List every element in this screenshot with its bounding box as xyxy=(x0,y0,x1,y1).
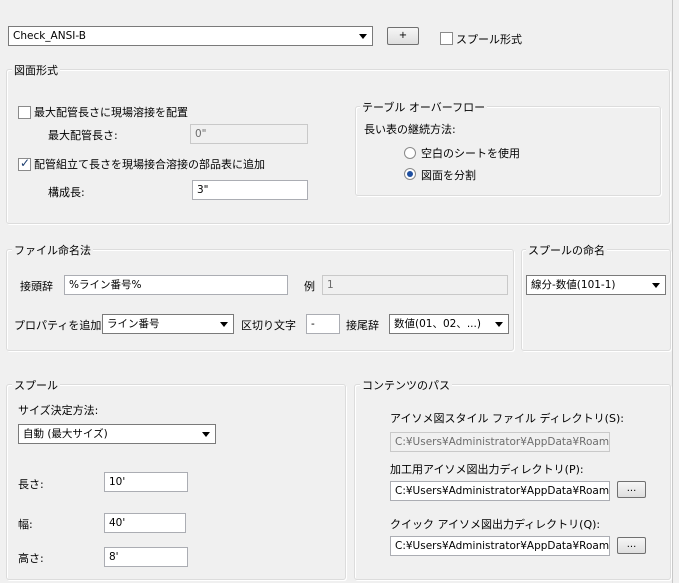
chevron-down-icon xyxy=(202,432,210,437)
continuation-label: 長い表の継続方法: xyxy=(364,123,456,136)
add-property-label: プロパティを追加 xyxy=(14,319,102,332)
prefix-field[interactable]: %ライン番号% xyxy=(64,275,288,295)
blank-sheet-label: 空白のシートを使用 xyxy=(421,147,520,160)
prefix-label: 接頭辞 xyxy=(20,280,53,293)
separator-field[interactable]: - xyxy=(306,314,340,334)
property-combo[interactable]: ライン番号 xyxy=(102,314,234,334)
chevron-down-icon xyxy=(495,322,503,327)
suffix-label: 接尾辞 xyxy=(346,319,379,332)
spool-width-label: 幅: xyxy=(18,518,33,531)
size-method-value: 自動 (最大サイズ) xyxy=(23,428,108,440)
max-length-weld-checkbox[interactable] xyxy=(18,106,31,119)
style-dir-field: C:¥Users¥Administrator¥AppData¥Roaming xyxy=(390,432,610,452)
example-field: 1 xyxy=(322,275,508,295)
spool-title: スプール xyxy=(12,377,60,393)
spool-naming-group xyxy=(521,249,671,351)
chevron-down-icon xyxy=(220,322,228,327)
max-length-field[interactable]: 0" xyxy=(190,124,308,144)
fab-dir-field[interactable]: C:¥Users¥Administrator¥AppData¥Roaming xyxy=(390,481,610,501)
spool-format-label: スプール形式 xyxy=(456,33,522,46)
spool-length-field[interactable]: 10' xyxy=(104,472,188,492)
suffix-combo[interactable]: 数値(01、02、...) xyxy=(389,314,509,334)
window-edge-divider xyxy=(672,0,673,583)
config-length-field[interactable]: 3" xyxy=(192,180,308,200)
property-value: ライン番号 xyxy=(107,318,160,330)
style-dir-label: アイソメ図スタイル ファイル ディレクトリ(S): xyxy=(390,412,624,425)
add-weld-bom-label: 配管組立て長さを現場接合溶接の部品表に追加 xyxy=(34,158,265,171)
quick-dir-label: クイック アイソメ図出力ディレクトリ(Q): xyxy=(390,518,601,531)
config-length-label: 構成長: xyxy=(48,186,85,199)
quick-dir-browse-button[interactable]: ... xyxy=(617,537,646,554)
split-drawing-radio[interactable] xyxy=(404,168,416,180)
max-length-weld-label: 最大配管長さに現場溶接を配置 xyxy=(34,106,188,119)
isometric-style-combo[interactable]: Check_ANSI-B xyxy=(8,26,373,46)
example-label: 例 xyxy=(304,280,315,293)
add-weld-bom-checkbox[interactable] xyxy=(18,156,31,171)
size-method-combo[interactable]: 自動 (最大サイズ) xyxy=(18,424,216,444)
fab-dir-browse-button[interactable]: ... xyxy=(617,481,646,498)
spool-height-field[interactable]: 8' xyxy=(104,547,188,567)
max-length-label: 最大配管長さ: xyxy=(48,129,118,142)
separator-label: 区切り文字 xyxy=(241,319,296,332)
drawing-format-title: 図面形式 xyxy=(12,62,60,78)
file-naming-title: ファイル命名法 xyxy=(12,242,93,258)
size-method-label: サイズ決定方法: xyxy=(18,404,99,417)
spool-width-field[interactable]: 40' xyxy=(104,513,186,533)
suffix-value: 数値(01、02、...) xyxy=(394,318,481,330)
add-style-button[interactable]: + xyxy=(387,27,419,45)
spool-height-label: 高さ: xyxy=(18,552,44,565)
content-path-title: コンテンツのパス xyxy=(360,377,452,393)
spool-naming-value: 線分-数値(101-1) xyxy=(531,279,616,291)
split-drawing-label: 図面を分割 xyxy=(421,169,476,182)
file-naming-group xyxy=(6,249,514,351)
isometric-style-value: Check_ANSI-B xyxy=(13,30,86,42)
table-overflow-title: テーブル オーバーフロー xyxy=(360,99,488,115)
chevron-down-icon xyxy=(359,34,367,39)
spool-naming-combo[interactable]: 線分-数値(101-1) xyxy=(526,275,666,295)
spool-naming-title: スプールの命名 xyxy=(526,242,607,258)
quick-dir-field[interactable]: C:¥Users¥Administrator¥AppData¥Roaming xyxy=(390,536,610,556)
spool-format-checkbox[interactable] xyxy=(440,32,453,45)
fab-dir-label: 加工用アイソメ図出力ディレクトリ(P): xyxy=(390,463,584,476)
chevron-down-icon xyxy=(652,283,660,288)
blank-sheet-radio[interactable] xyxy=(404,147,416,159)
spool-length-label: 長さ: xyxy=(18,478,44,491)
